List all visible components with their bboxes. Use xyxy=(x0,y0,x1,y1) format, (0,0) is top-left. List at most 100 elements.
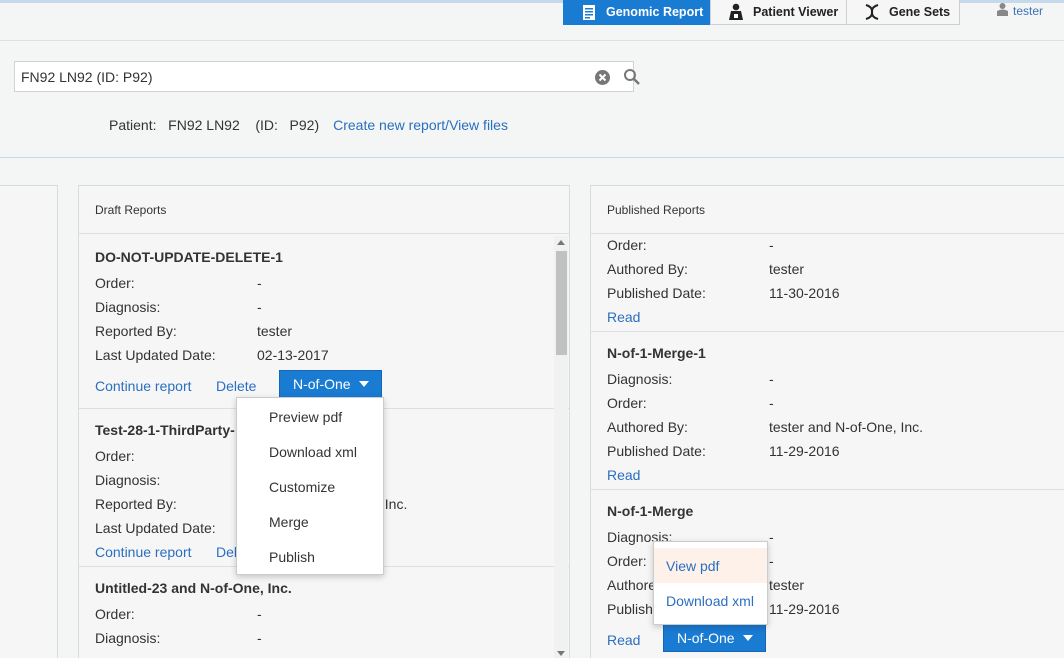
report-name: Test-28-1-ThirdParty- xyxy=(95,422,235,438)
read-link[interactable]: Read xyxy=(607,309,640,325)
read-link[interactable]: Read xyxy=(607,632,640,648)
order-row: Order: - xyxy=(95,275,262,291)
diagnosis-value: - xyxy=(769,529,774,545)
tab-patient-viewer[interactable]: Patient Viewer xyxy=(710,0,847,25)
order-label: Order: xyxy=(95,275,135,291)
n-of-one-label: N-of-One xyxy=(293,376,351,392)
caret-down-icon xyxy=(742,635,753,641)
dna-icon xyxy=(861,3,883,21)
reported-by-label: Reported By: xyxy=(95,323,177,339)
user-menu[interactable]: tester xyxy=(996,2,1043,19)
user-icon xyxy=(996,2,1009,19)
published-date-row: Published Date: 11-29-2016 xyxy=(607,443,840,459)
order-row: Order: - xyxy=(607,237,774,253)
caret-down-icon xyxy=(358,381,369,387)
updated-label: Last Updated Date: xyxy=(95,347,216,363)
order-row: Order: - xyxy=(607,395,774,411)
patient-id-label: (ID: xyxy=(255,117,278,133)
tab-gene-sets[interactable]: Gene Sets xyxy=(846,0,960,25)
tab-genomic-report-label: Genomic Report xyxy=(606,5,704,19)
order-label: Order: xyxy=(95,448,135,464)
patient-name: FN92 LN92 xyxy=(168,117,240,133)
diagnosis-row: Diagnosis: - xyxy=(95,630,262,646)
patient-icon xyxy=(725,3,747,21)
menu-item-view-pdf[interactable]: View pdf xyxy=(654,548,767,583)
order-value: - xyxy=(769,553,774,569)
report-name: DO-NOT-UPDATE-DELETE-1 xyxy=(95,249,283,265)
tab-genomic-report[interactable]: Genomic Report xyxy=(563,0,711,25)
published-date-label: Published Date: xyxy=(607,285,706,301)
delete-link[interactable]: Del xyxy=(216,544,237,560)
published-date-label: Published Date: xyxy=(607,443,706,459)
create-report-link[interactable]: Create new report/View files xyxy=(333,117,508,133)
diagnosis-label: Diagnosis: xyxy=(95,472,161,488)
order-value: - xyxy=(257,606,262,622)
order-value: - xyxy=(769,237,774,253)
read-link[interactable]: Read xyxy=(607,467,640,483)
tab-patient-viewer-label: Patient Viewer xyxy=(753,5,839,19)
draft-reports-title: Draft Reports xyxy=(95,203,167,217)
published-date-row: Published Date: 11-30-2016 xyxy=(607,285,840,301)
order-value: - xyxy=(769,395,774,411)
tab-gene-sets-label: Gene Sets xyxy=(889,5,951,19)
patient-search-input[interactable] xyxy=(15,62,575,91)
menu-item-download-xml[interactable]: Download xml xyxy=(654,583,767,618)
n-of-one-dropdown-button[interactable]: N-of-One xyxy=(663,624,766,652)
patient-info: Patient: FN92 LN92 (ID: P92) Create new r… xyxy=(109,117,508,133)
scrollbar-thumb[interactable] xyxy=(556,251,567,355)
authored-by-label: Authore xyxy=(607,577,657,593)
continue-report-link[interactable]: Continue report xyxy=(95,544,192,560)
document-icon xyxy=(578,4,600,21)
diagnosis-label: Diagnosis: xyxy=(607,371,673,387)
scroll-down-arrow-icon[interactable] xyxy=(557,651,565,656)
menu-item-preview-pdf[interactable]: Preview pdf xyxy=(237,399,383,434)
published-reports-title: Published Reports xyxy=(607,203,706,217)
section-divider xyxy=(0,157,1064,158)
diagnosis-value: - xyxy=(257,630,262,646)
reported-by-value: tester xyxy=(257,323,293,339)
order-label: Order: xyxy=(607,237,647,253)
draft-report-card: DO-NOT-UPDATE-DELETE-1 Order: - Diagnosis… xyxy=(79,234,569,409)
published-date-value: 11-29-2016 xyxy=(769,443,840,459)
left-panel xyxy=(0,185,58,658)
n-of-one-dropdown-button[interactable]: N-of-One xyxy=(279,370,382,398)
order-row: Order: - xyxy=(95,606,262,622)
diagnosis-label: Diagnosis: xyxy=(95,630,161,646)
menu-item-publish[interactable]: Publish xyxy=(237,539,383,574)
reported-by-row: Reported By:, Inc. xyxy=(95,496,407,512)
report-name: N-of-1-Merge-1 xyxy=(607,345,706,361)
order-label: Order: xyxy=(607,553,647,569)
authored-by-value: tester xyxy=(769,577,805,593)
continue-report-link[interactable]: Continue report xyxy=(95,378,192,394)
reported-by-row: Reported By: tester xyxy=(95,323,292,339)
authored-by-value: tester xyxy=(769,261,805,277)
updated-value: 02-13-2017 xyxy=(257,347,329,363)
scroll-up-arrow-icon[interactable] xyxy=(557,240,565,245)
order-label: Order: xyxy=(95,606,135,622)
draft-report-card: Untitled-23 and N-of-One, Inc. Order: - D… xyxy=(79,567,569,658)
authored-by-row: Authore tester xyxy=(607,577,804,593)
menu-item-merge[interactable]: Merge xyxy=(237,504,383,539)
published-date-value: 11-30-2016 xyxy=(769,285,840,301)
patient-search-box xyxy=(14,61,640,92)
search-icon[interactable] xyxy=(623,68,641,89)
order-row: Order: - xyxy=(607,553,774,569)
authored-by-row: Authored By: tester and N-of-One, Inc. xyxy=(607,419,923,435)
order-label: Order: xyxy=(607,395,647,411)
updated-label: Last Updated Date: xyxy=(95,520,216,536)
diagnosis-row: Diagnosis: - xyxy=(95,299,262,315)
menu-item-download-xml[interactable]: Download xml xyxy=(237,434,383,469)
diagnosis-value: - xyxy=(257,299,262,315)
report-name: Untitled-23 and N-of-One, Inc. xyxy=(95,580,292,596)
menu-item-customize[interactable]: Customize xyxy=(237,469,383,504)
draft-actions-menu: Preview pdf Download xml Customize Merge… xyxy=(236,397,384,575)
patient-id-value: P92) xyxy=(289,117,320,133)
username: tester xyxy=(1013,3,1044,18)
delete-link[interactable]: Delete xyxy=(216,378,256,394)
authored-by-label: Authored By: xyxy=(607,261,688,277)
patient-label: Patient: xyxy=(109,117,157,133)
authored-by-value: tester and N-of-One, Inc. xyxy=(769,419,924,435)
published-report-card: Order: - Authored By: tester Published Dat… xyxy=(591,234,1064,332)
clear-icon[interactable] xyxy=(594,69,611,89)
reported-by-label: Reported By: xyxy=(95,496,177,512)
